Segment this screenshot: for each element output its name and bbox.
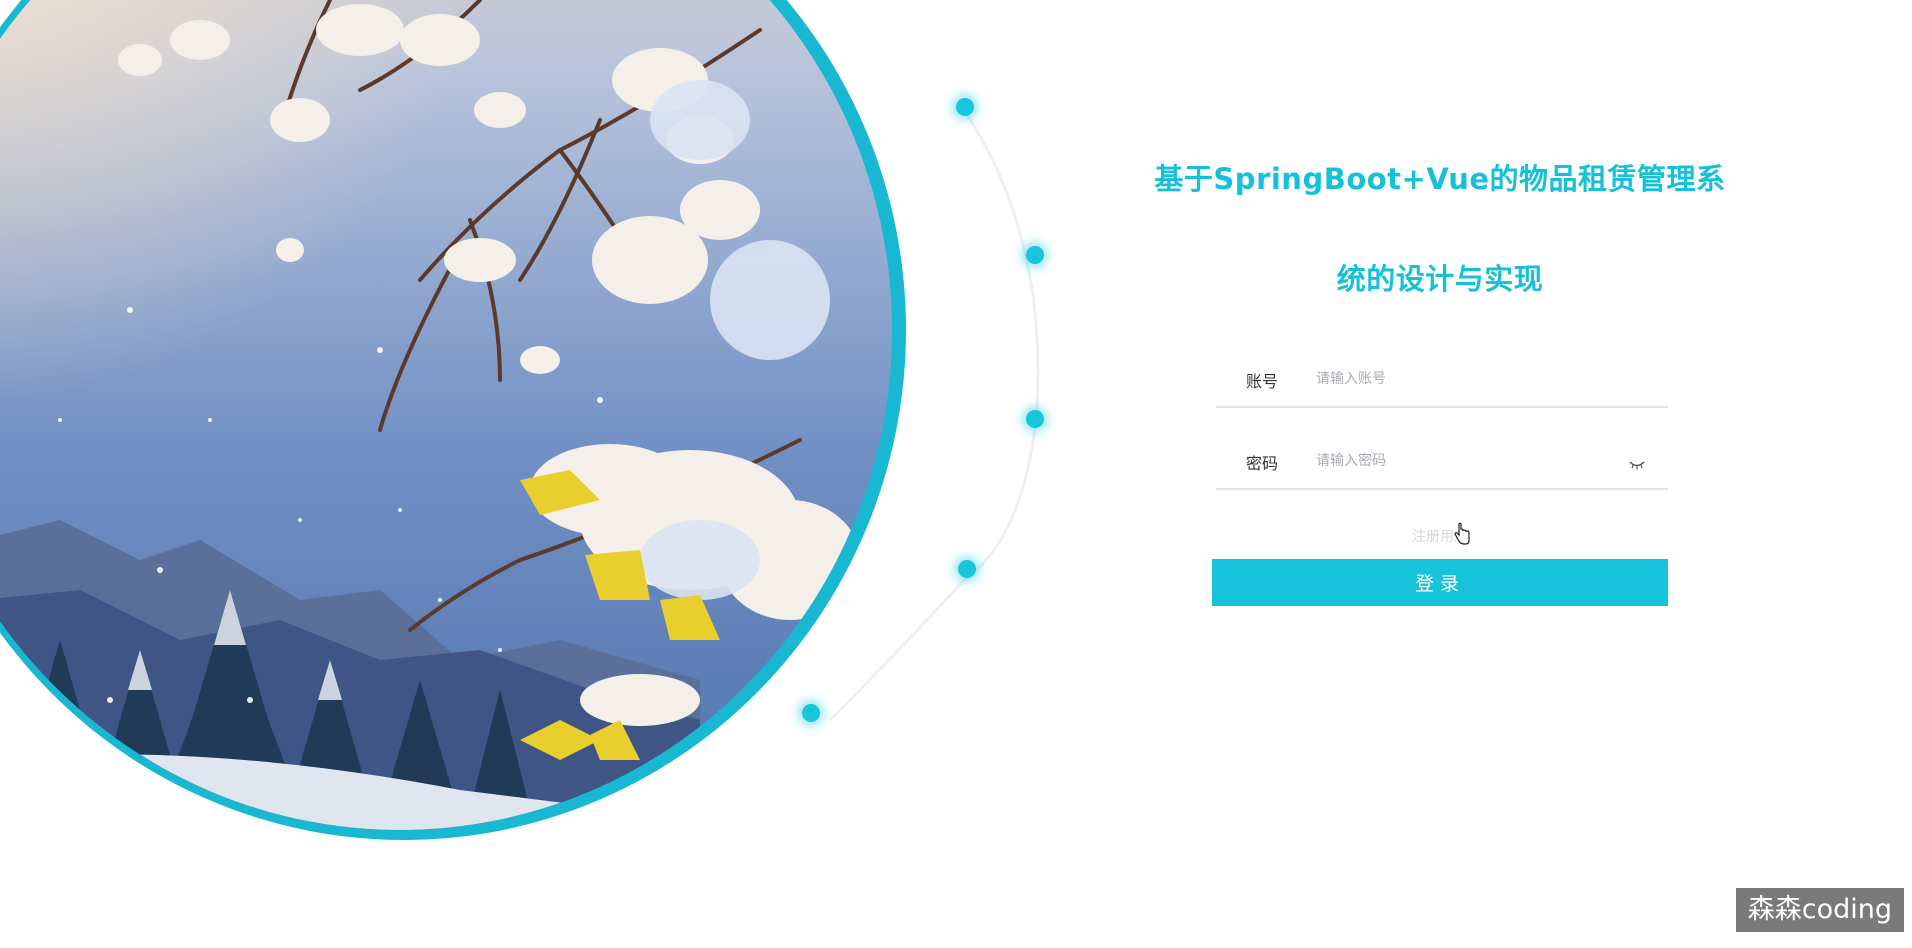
hand-pointer-icon bbox=[1454, 522, 1470, 545]
login-button[interactable]: 登录 bbox=[1212, 559, 1668, 606]
account-input[interactable] bbox=[1316, 362, 1616, 396]
decorative-dot bbox=[956, 98, 974, 116]
password-input[interactable] bbox=[1316, 444, 1616, 478]
watermark: 森森coding bbox=[1735, 888, 1904, 932]
decorative-dot bbox=[1026, 246, 1044, 264]
register-link[interactable]: 注册用户 bbox=[1380, 526, 1500, 546]
eye-closed-icon[interactable] bbox=[1628, 456, 1646, 470]
decorative-dot bbox=[802, 704, 820, 722]
page-title-line2: 统的设计与实现 bbox=[1336, 262, 1544, 296]
decorative-dot bbox=[1026, 410, 1044, 428]
account-field: 账号 bbox=[1216, 354, 1668, 408]
decorative-arc bbox=[828, 109, 1040, 722]
password-label: 密码 bbox=[1246, 454, 1279, 473]
account-label: 账号 bbox=[1246, 372, 1279, 391]
decorative-dot bbox=[958, 560, 976, 578]
page-title-line1: 基于SpringBoot+Vue的物品租赁管理系 bbox=[1154, 162, 1726, 196]
password-field: 密码 bbox=[1216, 436, 1668, 490]
